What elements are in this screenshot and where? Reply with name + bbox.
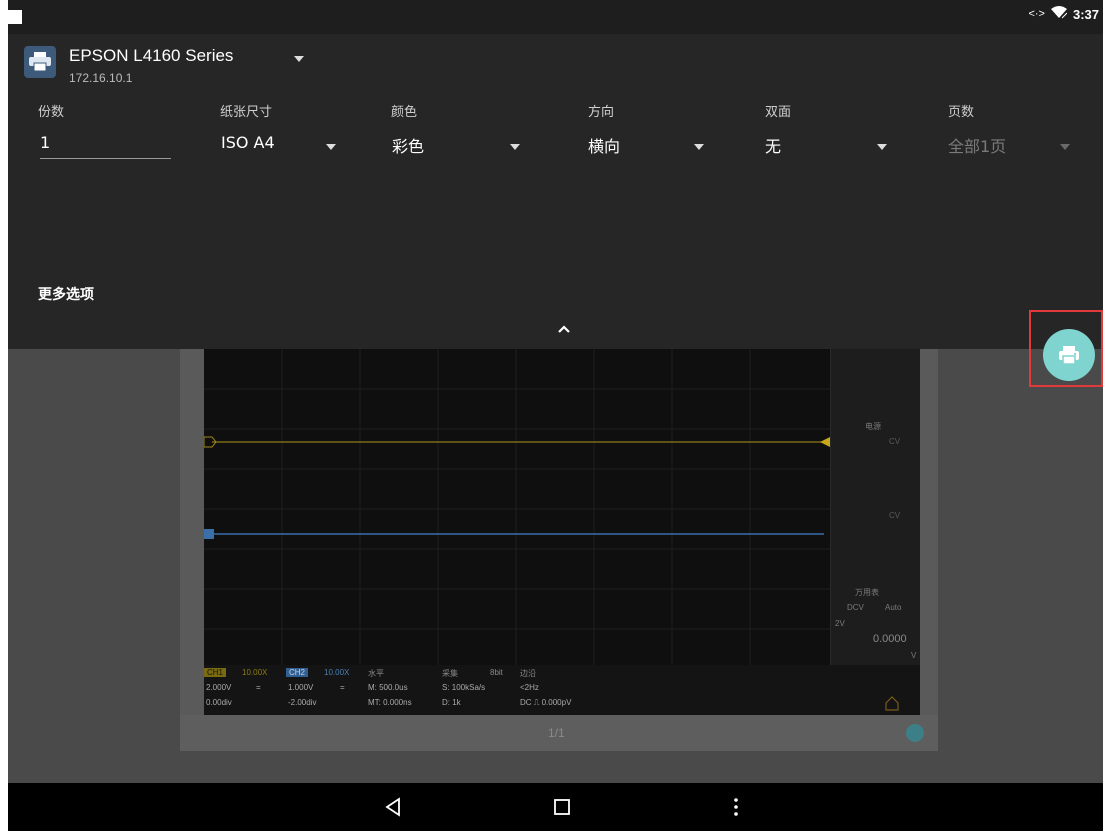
page-select-indicator[interactable] <box>906 724 924 742</box>
color-select[interactable]: 彩色 <box>392 133 424 157</box>
acquire-bits: 8bit <box>490 668 503 677</box>
trigger-level: DC ⎍ 0.000pV <box>520 698 572 707</box>
copies-input-underline <box>40 158 171 159</box>
meter-value: 0.0000 <box>873 633 907 645</box>
data-transfer-icon: <·> <box>1028 8 1045 20</box>
overview-icon[interactable] <box>553 797 571 817</box>
color-dropdown-icon[interactable] <box>510 144 520 150</box>
ch1-probe: 10.00X <box>242 668 268 677</box>
printer-dropdown-icon[interactable] <box>294 56 304 62</box>
ch2-scale: 1.000V <box>288 683 314 692</box>
ch1-offset: 0.00div <box>206 698 232 707</box>
ch2-offset: -2.00div <box>288 698 317 707</box>
duplex-label: 双面 <box>765 105 792 120</box>
ch1-coupling: = <box>256 683 261 692</box>
pages-label: 页数 <box>948 105 975 120</box>
meter-title: 万用表 <box>855 588 879 597</box>
horizontal-mt: MT: 0.000ns <box>368 698 412 707</box>
printer-name[interactable]: EPSON L4160 Series <box>69 46 233 66</box>
ch1-scale: 2.000V <box>206 683 232 692</box>
horizontal-title: 水平 <box>368 669 384 678</box>
acquire-rate: S: 100kSa/s <box>442 683 486 692</box>
pages-dropdown-icon[interactable] <box>1060 144 1070 150</box>
paper-size-select[interactable]: ISO A4 <box>221 133 275 152</box>
ch2-probe: 10.00X <box>324 668 350 677</box>
print-options-panel: EPSON L4160 Series 172.16.10.1 份数 1 纸张尺寸… <box>8 34 1103 349</box>
menu-dots-icon[interactable] <box>732 797 740 817</box>
duplex-select[interactable]: 无 <box>765 133 781 157</box>
print-button[interactable] <box>1043 329 1095 381</box>
home-icon <box>885 696 899 711</box>
duplex-dropdown-icon[interactable] <box>877 144 887 150</box>
acquire-title: 采集 <box>442 669 458 678</box>
ch2-marker <box>204 529 214 539</box>
navigation-bar <box>8 783 1103 831</box>
more-options-link[interactable]: 更多选项 <box>38 284 94 304</box>
meter-unit: V <box>911 651 917 660</box>
power-title: 电源 <box>865 422 881 431</box>
oscilloscope-waveform-area <box>204 349 830 665</box>
status-bar: <·> 3:37 <box>8 0 1103 34</box>
trigger-freq: <2Hz <box>520 683 539 692</box>
notification-icon <box>8 10 22 24</box>
trigger-title: 边沿 <box>520 669 536 678</box>
pages-select[interactable]: 全部1页 <box>948 133 1006 157</box>
copies-label: 份数 <box>38 105 65 120</box>
meter-scale: 2V <box>835 619 845 628</box>
paper-size-dropdown-icon[interactable] <box>326 144 336 150</box>
paper-size-label: 纸张尺寸 <box>220 105 273 120</box>
meter-range: Auto <box>885 603 902 612</box>
orientation-dropdown-icon[interactable] <box>694 144 704 150</box>
printer-ip: 172.16.10.1 <box>69 71 133 85</box>
wifi-icon <box>1050 6 1068 22</box>
horizontal-main: M: 500.0us <box>368 683 408 692</box>
power-cv-1: CV <box>889 437 901 446</box>
page-number: 1/1 <box>548 726 565 740</box>
ch2-coupling: = <box>340 683 345 692</box>
acquire-depth: D: 1k <box>442 698 461 707</box>
power-cv-2: CV <box>889 511 901 520</box>
back-icon[interactable] <box>384 797 402 817</box>
orientation-label: 方向 <box>588 105 615 120</box>
oscilloscope-side-panel: 电源 CV CV 万用表 DCV Auto 2V 0.0000 V <box>830 349 920 665</box>
copies-input[interactable]: 1 <box>40 133 50 152</box>
printer-icon[interactable] <box>24 46 56 78</box>
ch2-name: CH2 <box>286 668 309 677</box>
clock: 3:37 <box>1072 6 1099 22</box>
ch1-name: CH1 <box>204 668 227 677</box>
ch1-trigger-marker <box>820 437 830 447</box>
meter-mode: DCV <box>847 603 864 612</box>
chevron-up-icon[interactable] <box>554 321 574 337</box>
android-screen: <·> 3:37 EPSON L4160 Series 172.16.10.1 … <box>8 0 1103 831</box>
status-icons: <·> 3:37 <box>1028 6 1099 22</box>
print-icon <box>1059 346 1079 365</box>
orientation-select[interactable]: 横向 <box>588 133 620 157</box>
color-label: 颜色 <box>391 105 418 120</box>
oscilloscope-status-bar: CH1 10.00X 2.000V = 0.00div CH2 10.00X 1… <box>204 665 920 715</box>
